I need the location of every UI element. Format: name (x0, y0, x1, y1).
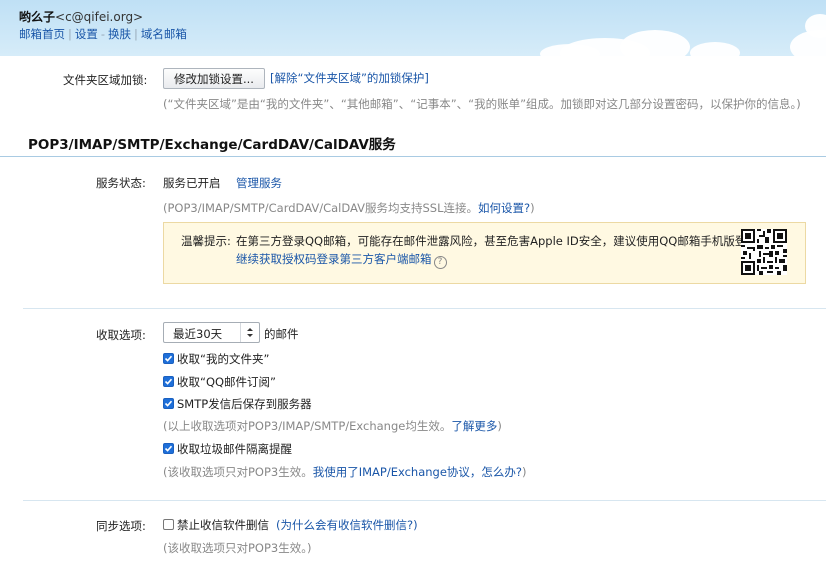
section-divider (0, 156, 826, 157)
checkbox-smtp-save[interactable] (163, 398, 174, 409)
nav-separator: | (68, 27, 72, 41)
user-email: <c@qifei.org> (55, 10, 144, 24)
option-smtp-save-label: SMTP发信后保存到服务器 (177, 397, 312, 411)
nav-separator: | (134, 27, 138, 41)
divider (23, 308, 826, 309)
nav-domain-mail[interactable]: 域名邮箱 (141, 27, 187, 41)
check-icon (164, 445, 173, 452)
option-spam-reminder-label: 收取垃圾邮件隔离提醒 (177, 442, 292, 456)
select-arrows (240, 323, 259, 342)
option-prevent-delete-label: 禁止收信软件删信 (177, 518, 269, 532)
option-qq-subscription-label: 收取“QQ邮件订阅” (177, 375, 277, 389)
nav-skin[interactable]: 换肤 (108, 27, 131, 41)
warning-box: 温馨提示: 在第三方登录QQ邮箱，可能存在邮件泄露风险，甚至危害Apple ID… (163, 222, 806, 284)
qr-code-icon (741, 229, 787, 275)
remove-lock-link[interactable]: [解除“文件夹区域”的加锁保护] (270, 70, 429, 86)
top-header: 哟么子<c@qifei.org> 邮箱首页 | 设置 - 换肤 | 域名邮箱 (0, 0, 826, 56)
sync-options-label: 同步选项: (96, 519, 146, 533)
imap-exchange-help-link[interactable]: 我使用了IMAP/Exchange协议，怎么办? (313, 465, 522, 479)
checkbox-prevent-delete[interactable] (163, 519, 174, 530)
chevron-up-down-icon (247, 328, 253, 337)
receive-range-suffix: 的邮件 (264, 327, 299, 341)
user-info: 哟么子<c@qifei.org> (19, 8, 143, 25)
user-name: 哟么子 (19, 10, 56, 24)
nav-dash: - (100, 27, 106, 41)
service-status-value: 服务已开启 (163, 176, 221, 190)
section-title: POP3/IMAP/SMTP/Exchange/CardDAV/CalDAV服务 (28, 137, 396, 153)
check-icon (164, 400, 173, 407)
service-status-label: 服务状态: (96, 176, 146, 190)
receive-hint-pop3: (该收取选项只对POP3生效。我使用了IMAP/Exchange协议，怎么办?) (163, 465, 527, 479)
auth-code-line: 继续获取授权码登录第三方客户端邮箱? (236, 251, 447, 269)
folder-lock-label: 文件夹区域加锁: (63, 73, 148, 87)
nav-settings[interactable]: 设置 (75, 27, 98, 41)
check-icon (164, 378, 173, 385)
manage-service-link[interactable]: 管理服务 (236, 175, 282, 191)
checkbox-spam-reminder[interactable] (163, 443, 174, 454)
receive-range-value: 最近30天 (173, 327, 223, 341)
get-auth-code-link[interactable]: 继续获取授权码登录第三方客户端邮箱 (236, 252, 432, 266)
checkbox-my-folders[interactable] (163, 353, 174, 364)
why-delete-link[interactable]: (为什么会有收信软件删信?) (276, 517, 418, 533)
sync-hint: (该收取选项只对POP3生效。) (163, 541, 312, 555)
check-icon (164, 355, 173, 362)
settings-content: 文件夹区域加锁: 修改加锁设置... [解除“文件夹区域”的加锁保护] (“文件… (0, 56, 826, 573)
warning-title: 温馨提示: (181, 234, 231, 248)
modify-lock-button[interactable]: 修改加锁设置... (163, 68, 265, 89)
cloud-decoration (620, 30, 690, 56)
checkbox-qq-subscription[interactable] (163, 376, 174, 387)
option-my-folders-label: 收取“我的文件夹” (177, 352, 270, 366)
how-to-setup-link[interactable]: 如何设置? (478, 201, 530, 215)
top-nav: 邮箱首页 | 设置 - 换肤 | 域名邮箱 (19, 26, 187, 42)
help-icon[interactable]: ? (433, 256, 447, 269)
learn-more-link[interactable]: 了解更多 (451, 419, 497, 433)
folder-lock-hint: (“文件夹区域”是由“我的文件夹”、“其他邮箱”、“记事本”、“我的账单”组成。… (163, 97, 801, 111)
warning-text: 在第三方登录QQ邮箱，可能存在邮件泄露风险，甚至危害Apple ID安全，建议使… (236, 234, 770, 248)
receive-options-label: 收取选项: (96, 328, 146, 342)
receive-hint: (以上收取选项对POP3/IMAP/SMTP/Exchange均生效。了解更多) (163, 419, 502, 433)
nav-mail-home[interactable]: 邮箱首页 (19, 27, 65, 41)
ssl-hint: (POP3/IMAP/SMTP/CardDAV/CalDAV服务均支持SSL连接… (163, 201, 535, 215)
divider (23, 500, 826, 501)
receive-range-select[interactable]: 最近30天 (163, 322, 260, 343)
cloud-decoration (690, 42, 740, 56)
